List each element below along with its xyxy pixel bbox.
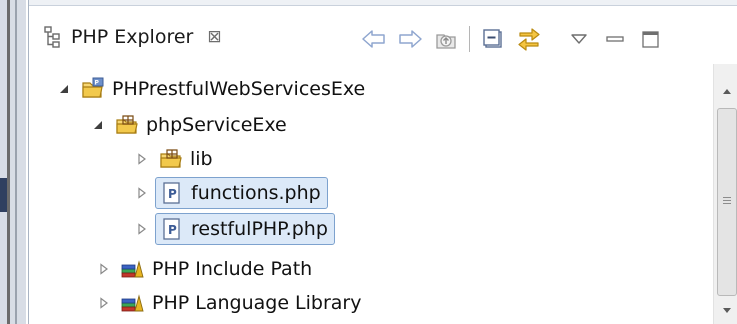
svg-text:P: P (168, 223, 177, 237)
tree-item-folder[interactable]: phpServiceExe (91, 108, 287, 142)
library-books-icon (121, 257, 145, 281)
source-folder-icon (159, 147, 183, 171)
scroll-up-icon[interactable] (714, 80, 737, 102)
php-explorer-icon (43, 25, 63, 49)
sash-stripe-light (15, 0, 17, 324)
sash-stripe (7, 0, 10, 324)
thumb-grip (723, 203, 731, 204)
folder-label: phpServiceExe (146, 114, 287, 136)
scrollbar-thumb[interactable] (717, 108, 737, 296)
view-tab-bar: PHP Explorer ⊠ (29, 6, 737, 64)
collapse-all-icon[interactable] (478, 25, 508, 53)
php-file-icon: P (160, 181, 184, 205)
up-folder-icon[interactable] (431, 25, 461, 53)
source-folder-icon (115, 113, 139, 137)
vertical-scrollbar[interactable] (713, 64, 737, 324)
functions-php-label: functions.php (191, 182, 321, 204)
expanded-twisty-icon[interactable] (57, 82, 71, 96)
view-toolbar (359, 24, 672, 54)
php-explorer-window: PHP Explorer ⊠ P PHPrestfulWebServicesEx… (0, 0, 737, 324)
back-arrow-icon[interactable] (359, 25, 389, 53)
php-explorer-view: PHP Explorer ⊠ P PHPrestfulWebServicesEx… (28, 0, 737, 324)
collapsed-twisty-icon[interactable] (97, 296, 111, 310)
tree-item-functions-php[interactable]: P functions.php (135, 176, 328, 210)
project-label: PHPrestfulWebServicesExe (112, 78, 366, 100)
selected-item-highlight[interactable]: P functions.php (155, 177, 328, 209)
close-icon[interactable]: ⊠ (207, 27, 221, 47)
thumb-grip (723, 197, 731, 198)
php-project-icon: P (81, 77, 105, 101)
collapsed-twisty-icon[interactable] (135, 186, 149, 200)
link-with-editor-icon[interactable] (514, 25, 544, 53)
svg-text:P: P (95, 80, 100, 87)
left-sash[interactable] (0, 0, 26, 324)
include-path-label: PHP Include Path (152, 258, 313, 280)
scroll-down-icon[interactable] (714, 300, 737, 322)
svg-text:P: P (168, 187, 177, 201)
collapsed-twisty-icon[interactable] (135, 222, 149, 236)
expanded-twisty-icon[interactable] (91, 118, 105, 132)
sash-notch (0, 178, 7, 212)
thumb-grip (723, 200, 731, 201)
toolbar-separator (469, 26, 470, 52)
restfulphp-php-label: restfulPHP.php (191, 218, 328, 240)
language-library-label: PHP Language Library (152, 292, 362, 314)
tab-php-explorer[interactable]: PHP Explorer ⊠ (43, 18, 222, 56)
maximize-icon[interactable] (636, 25, 666, 53)
project-tree: P PHPrestfulWebServicesExe phpServiceExe… (29, 64, 713, 324)
tree-item-lib[interactable]: lib (135, 142, 213, 176)
tree-item-language-library[interactable]: PHP Language Library (97, 286, 361, 320)
forward-arrow-icon[interactable] (395, 25, 425, 53)
php-file-icon: P (160, 217, 184, 241)
tab-label: PHP Explorer (71, 26, 194, 48)
selected-item-highlight[interactable]: P restfulPHP.php (155, 213, 335, 245)
tree-item-project[interactable]: P PHPrestfulWebServicesExe (57, 72, 365, 106)
lib-label: lib (190, 148, 213, 170)
tree-item-restfulphp-php[interactable]: P restfulPHP.php (135, 212, 335, 246)
library-books-icon (121, 291, 145, 315)
collapsed-twisty-icon[interactable] (97, 262, 111, 276)
view-menu-icon[interactable] (564, 25, 594, 53)
tree-item-include-path[interactable]: PHP Include Path (97, 252, 312, 286)
minimize-icon[interactable] (600, 25, 630, 53)
collapsed-twisty-icon[interactable] (135, 152, 149, 166)
